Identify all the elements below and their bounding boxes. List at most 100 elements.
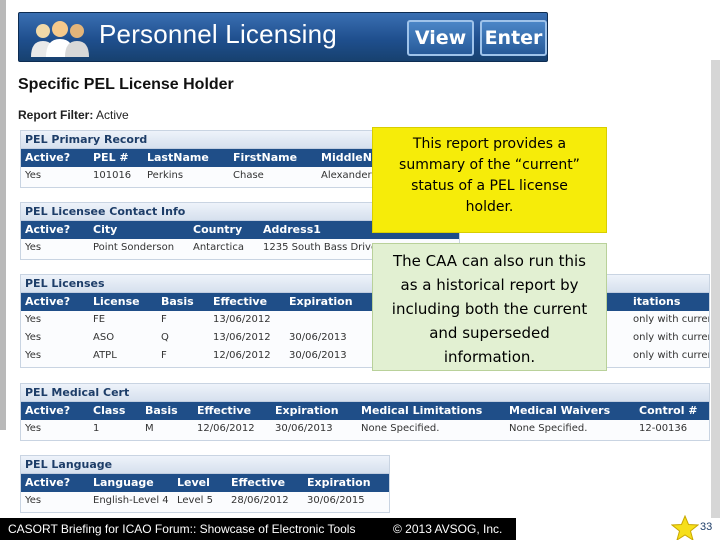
- table-cell: 30/06/2013: [289, 332, 347, 343]
- page-number: 33: [700, 521, 713, 533]
- table-cell: FE: [93, 314, 106, 325]
- column-header[interactable]: Country: [189, 221, 259, 239]
- column-header[interactable]: Active?: [21, 149, 89, 167]
- column-header[interactable]: Expiration: [303, 474, 385, 492]
- column-header[interactable]: Expiration: [271, 402, 357, 420]
- table-cell: Yes: [25, 170, 42, 181]
- table-cell: M: [145, 423, 154, 434]
- callout-line: as a historical report by: [400, 276, 579, 294]
- footer-briefing-text: CASORT Briefing for ICAO Forum:: Showcas…: [8, 522, 356, 536]
- enter-button[interactable]: Enter: [480, 20, 547, 56]
- table-cell: only with current m: [633, 314, 709, 325]
- section-title: PEL Medical Cert: [21, 384, 709, 402]
- column-header[interactable]: Effective: [227, 474, 303, 492]
- table-cell: 12/06/2012: [213, 350, 271, 361]
- table-cell: 12/06/2012: [197, 423, 255, 434]
- report-title: Specific PEL License Holder: [18, 76, 234, 93]
- table-cell: Perkins: [147, 170, 184, 181]
- column-header[interactable]: Address1: [259, 221, 379, 239]
- column-header[interactable]: PEL #: [89, 149, 143, 167]
- column-header[interactable]: Active?: [21, 293, 89, 311]
- section-title: PEL Language: [21, 456, 389, 474]
- table-cell: English-Level 4: [93, 495, 169, 506]
- slide-frame-left: [0, 0, 6, 430]
- column-header[interactable]: Level: [173, 474, 227, 492]
- table-cell: Yes: [25, 332, 42, 343]
- column-header[interactable]: LastName: [143, 149, 229, 167]
- column-header[interactable]: Active?: [21, 402, 89, 420]
- table-cell: ASO: [93, 332, 115, 343]
- callout-line: The CAA can also run this: [392, 252, 586, 270]
- column-header[interactable]: Expiration: [285, 293, 365, 311]
- table-cell: F: [161, 350, 167, 361]
- callout-historical: The CAA can also run this as a historica…: [372, 243, 607, 371]
- column-headers: Active? Language Level Effective Expirat…: [21, 474, 389, 492]
- table-cell: only with current C: [633, 350, 709, 361]
- table-cell: Point Sonderson: [93, 242, 175, 253]
- table-cell: Antarctica: [193, 242, 244, 253]
- column-header[interactable]: Active?: [21, 474, 89, 492]
- callout-line: status of a PEL license: [411, 178, 568, 194]
- section-medical-cert: PEL Medical Cert Active? Class Basis Eff…: [20, 383, 710, 441]
- callout-summary: This report provides a summary of the “c…: [372, 127, 607, 233]
- table-cell: 101016: [93, 170, 132, 181]
- table-cell: None Specified.: [361, 423, 440, 434]
- app-header-banner: Personnel Licensing View Enter: [18, 12, 548, 62]
- column-header[interactable]: City: [89, 221, 189, 239]
- footer-copyright: © 2013 AVSOG, Inc.: [393, 522, 503, 536]
- table-row[interactable]: Yes English-Level 4 Level 5 28/06/2012 3…: [21, 492, 389, 510]
- column-header[interactable]: Effective: [209, 293, 285, 311]
- table-cell: Yes: [25, 423, 42, 434]
- slide-frame-right: [711, 60, 720, 530]
- table-cell: 13/06/2012: [213, 332, 271, 343]
- report-filter-value: Active: [96, 108, 129, 122]
- report-filter: Report Filter: Active: [18, 108, 129, 122]
- column-header[interactable]: License: [89, 293, 157, 311]
- callout-line: summary of the “current”: [399, 157, 580, 173]
- column-header[interactable]: Effective: [193, 402, 271, 420]
- table-cell: 12-00136: [639, 423, 688, 434]
- report-filter-label: Report Filter:: [18, 108, 94, 122]
- column-headers: Active? Class Basis Effective Expiration…: [21, 402, 709, 420]
- table-cell: 13/06/2012: [213, 314, 271, 325]
- section-language: PEL Language Active? Language Level Effe…: [20, 455, 390, 513]
- column-header[interactable]: Class: [89, 402, 141, 420]
- table-cell: Yes: [25, 350, 42, 361]
- column-header[interactable]: Language: [89, 474, 173, 492]
- column-header[interactable]: FirstName: [229, 149, 317, 167]
- callout-line: information.: [443, 348, 536, 366]
- callout-line: and superseded: [429, 324, 550, 342]
- people-group-icon: [31, 21, 89, 57]
- table-cell: Yes: [25, 314, 42, 325]
- view-button[interactable]: View: [407, 20, 474, 56]
- table-cell: ATPL: [93, 350, 117, 361]
- column-header[interactable]: Medical Limitations: [357, 402, 505, 420]
- star-icon: [671, 515, 699, 540]
- table-cell: Chase: [233, 170, 264, 181]
- column-header[interactable]: itations: [629, 293, 709, 311]
- table-cell: Q: [161, 332, 169, 343]
- table-cell: 30/06/2013: [275, 423, 333, 434]
- column-header[interactable]: Active?: [21, 221, 89, 239]
- table-cell: 1235 South Bass Drive: [263, 242, 378, 253]
- callout-line: holder.: [465, 199, 514, 215]
- table-cell: Yes: [25, 242, 42, 253]
- column-header[interactable]: Basis: [157, 293, 209, 311]
- callout-line: including both the current: [391, 300, 588, 318]
- table-cell: None Specified.: [509, 423, 588, 434]
- table-cell: 28/06/2012: [231, 495, 289, 506]
- table-row[interactable]: Yes 1 M 12/06/2012 30/06/2013 None Speci…: [21, 420, 709, 438]
- table-cell: Level 5: [177, 495, 213, 506]
- table-cell: [285, 311, 365, 329]
- table-cell: F: [161, 314, 167, 325]
- column-header[interactable]: Basis: [141, 402, 193, 420]
- app-title: Personnel Licensing: [99, 19, 337, 49]
- table-cell: 30/06/2013: [289, 350, 347, 361]
- table-cell: only with current m: [633, 332, 709, 343]
- column-header[interactable]: Medical Waivers: [505, 402, 635, 420]
- slide-footer: CASORT Briefing for ICAO Forum:: Showcas…: [0, 518, 720, 540]
- table-cell: 30/06/2015: [307, 495, 365, 506]
- callout-line: This report provides a: [412, 136, 567, 152]
- table-cell: 1: [93, 423, 100, 434]
- column-header[interactable]: Control #: [635, 402, 709, 420]
